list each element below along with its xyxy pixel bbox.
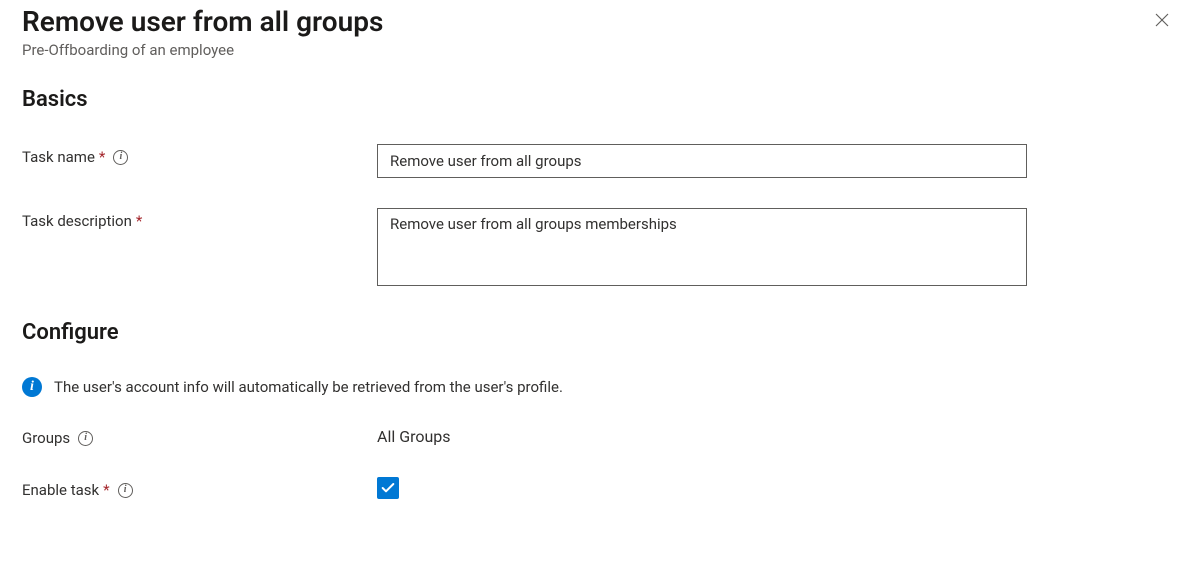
page-subtitle: Pre-Offboarding of an employee: [22, 41, 383, 59]
required-indicator: *: [103, 481, 109, 499]
page-title: Remove user from all groups: [22, 4, 383, 39]
required-indicator: *: [136, 212, 142, 230]
basics-heading: Basics: [22, 87, 1178, 112]
enable-task-checkbox[interactable]: [377, 477, 399, 499]
enable-task-label: Enable task: [22, 481, 99, 499]
required-indicator: *: [99, 148, 105, 166]
close-icon: [1153, 11, 1171, 29]
info-icon[interactable]: i: [78, 431, 93, 446]
info-icon: i: [22, 377, 42, 397]
task-description-label: Task description: [22, 212, 132, 230]
info-icon[interactable]: i: [113, 150, 128, 165]
configure-info-message: The user's account info will automatical…: [54, 378, 563, 396]
groups-value: All Groups: [377, 425, 1027, 446]
close-button[interactable]: [1146, 4, 1178, 36]
configure-heading: Configure: [22, 320, 1178, 345]
groups-label: Groups: [22, 429, 70, 447]
task-name-input[interactable]: [377, 144, 1027, 178]
task-name-label: Task name: [22, 148, 95, 166]
check-icon: [380, 480, 396, 496]
task-description-input[interactable]: Remove user from all groups memberships: [377, 208, 1027, 286]
info-icon[interactable]: i: [118, 483, 133, 498]
